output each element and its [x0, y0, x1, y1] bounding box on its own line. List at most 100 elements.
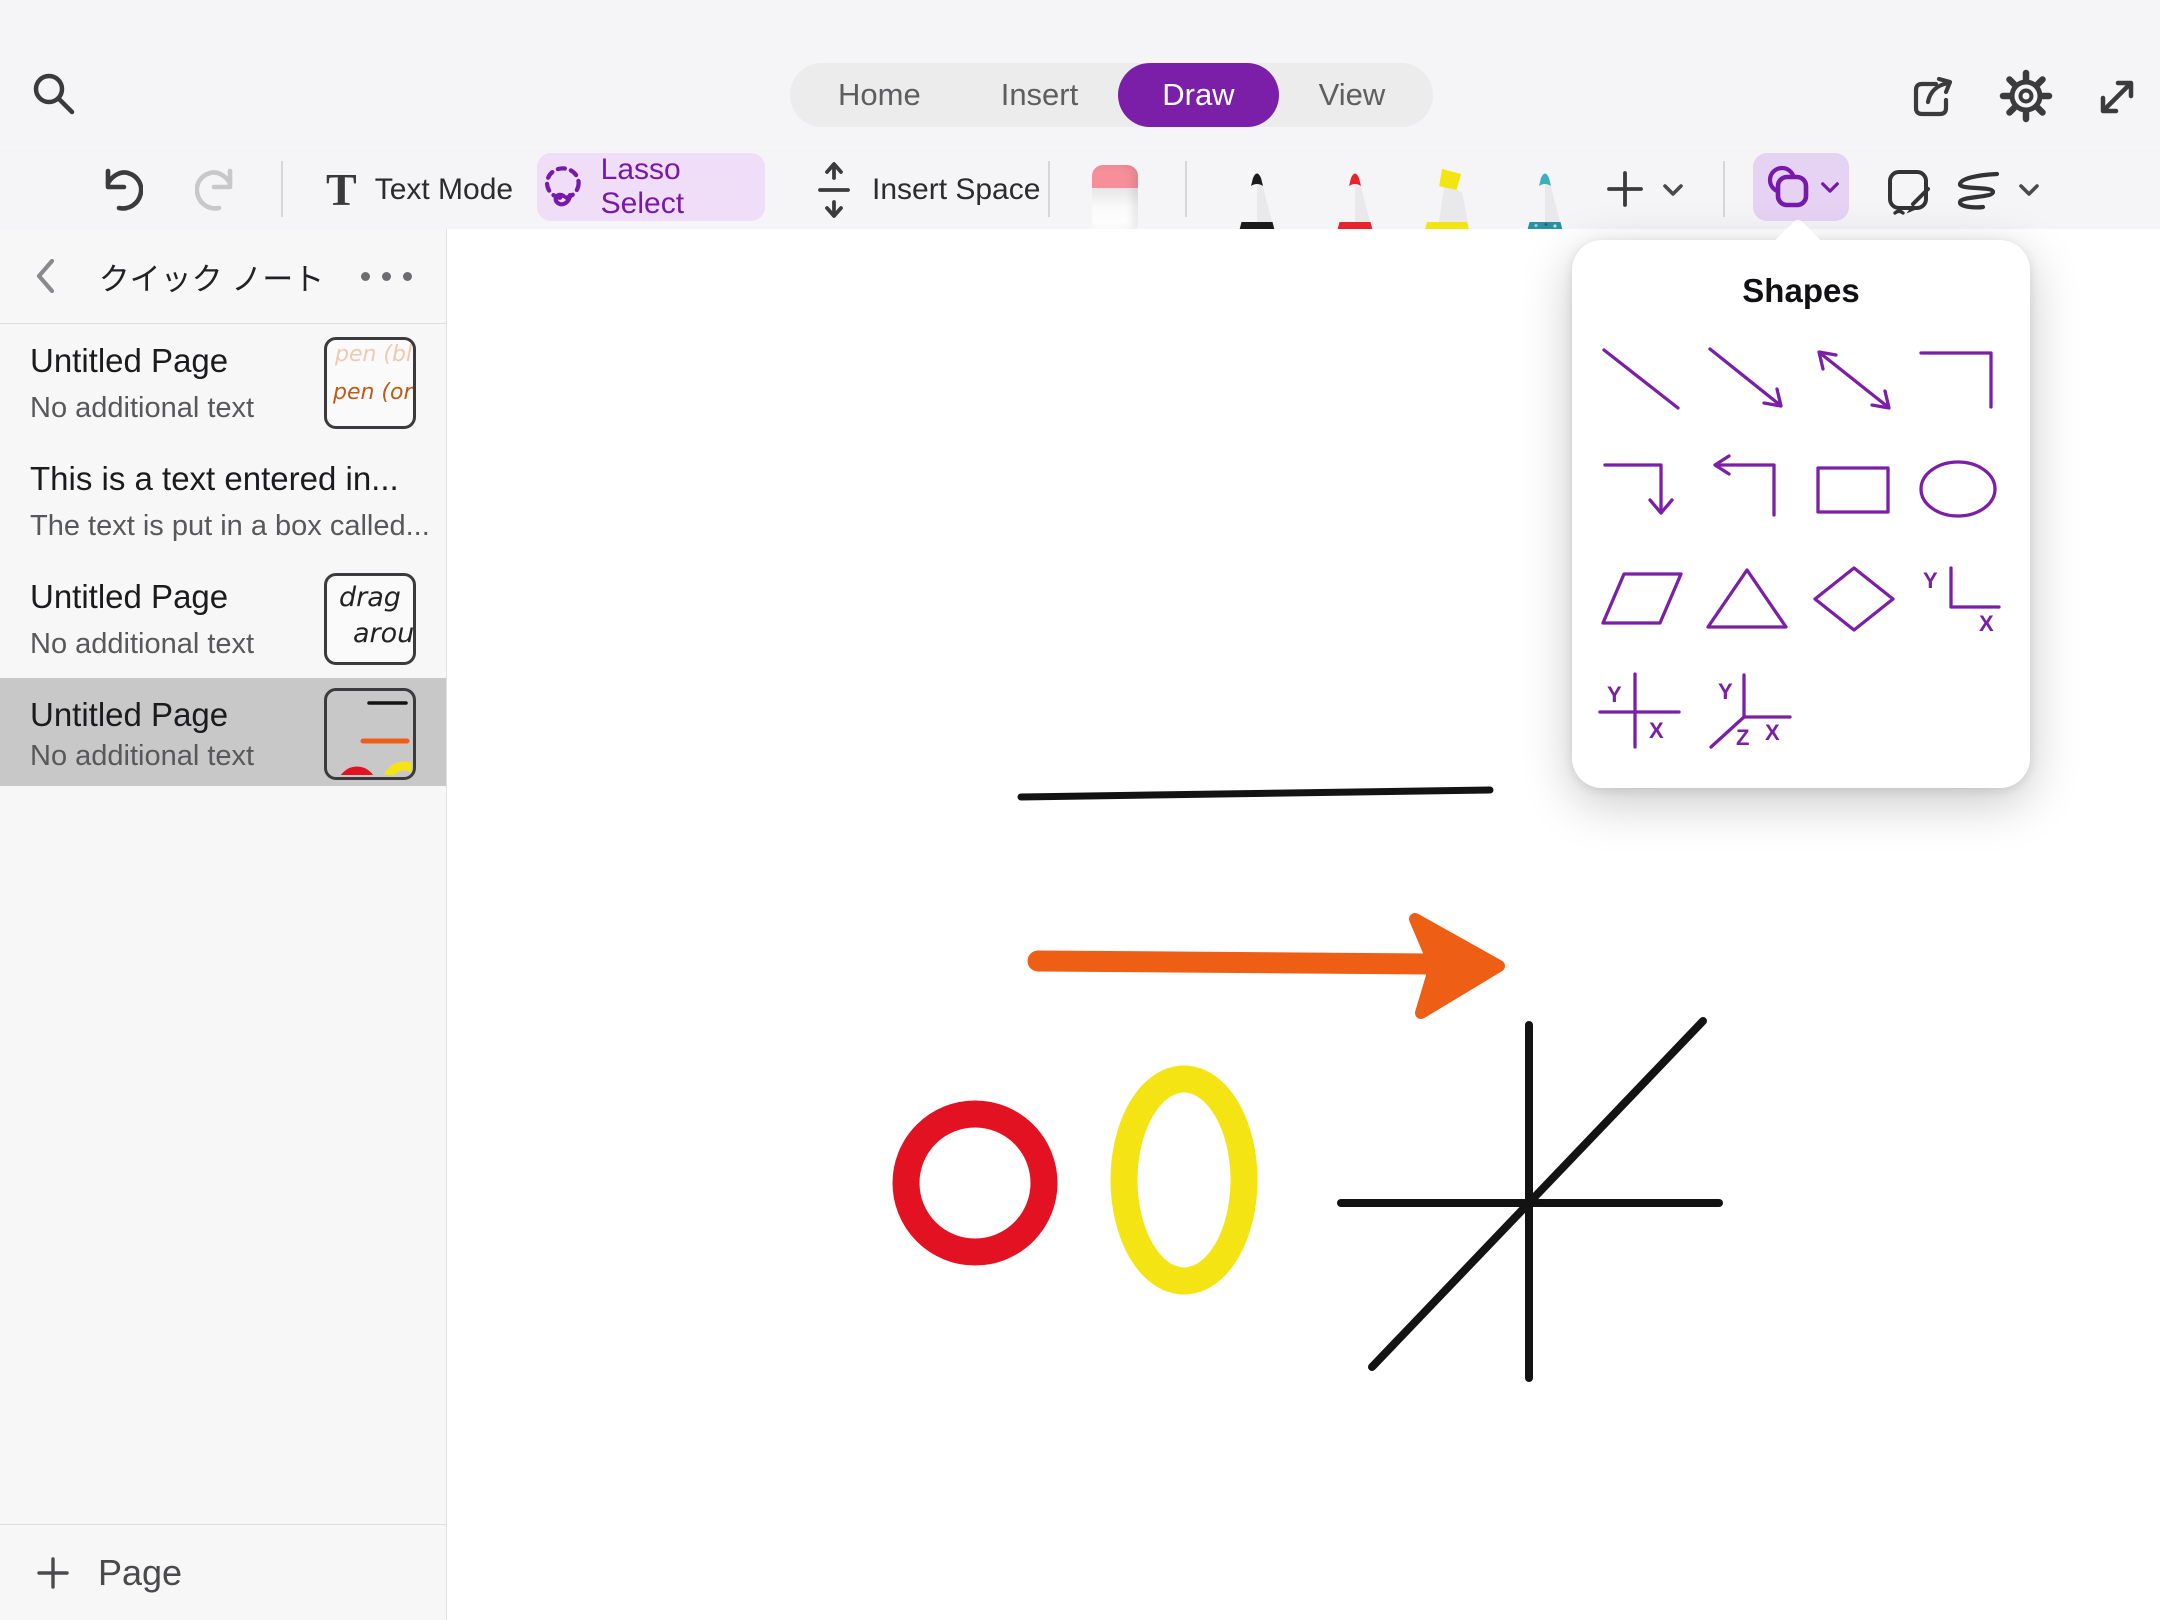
undo-icon — [97, 164, 143, 216]
insert-space-button[interactable]: Insert Space — [816, 160, 1040, 220]
search-button[interactable] — [28, 68, 78, 118]
thumbnail-drawing — [327, 691, 411, 775]
tab-insert[interactable]: Insert — [961, 63, 1119, 127]
lasso-select-label: Lasso Select — [601, 153, 765, 221]
lasso-icon — [537, 158, 589, 216]
shapes-button[interactable] — [1753, 153, 1849, 221]
page-thumbnail — [324, 688, 416, 780]
page-list-item-selected[interactable]: Untitled Page No additional text — [0, 678, 446, 786]
page-title: Untitled Page — [30, 342, 228, 380]
shape-triangle[interactable] — [1702, 561, 1794, 641]
search-icon — [29, 69, 77, 117]
ribbon-divider — [1048, 161, 1050, 217]
shape-axes-cross[interactable]: Y X — [1597, 671, 1689, 751]
page-thumbnail: drag arou — [324, 573, 416, 665]
text-mode-icon: T — [326, 167, 357, 213]
redo-icon — [195, 164, 241, 216]
share-button[interactable] — [1904, 70, 1960, 124]
shapes-grid: Y X Y X Y X Z — [1572, 326, 2030, 766]
page-title: Untitled Page — [30, 578, 228, 616]
page-subtitle: No additional text — [30, 740, 254, 773]
eraser-tool[interactable] — [1092, 165, 1138, 229]
add-page-label: Page — [98, 1552, 182, 1594]
redo-button[interactable] — [192, 162, 244, 218]
insert-space-label: Insert Space — [872, 173, 1040, 207]
ink-red-circle[interactable] — [906, 1114, 1044, 1252]
ink-orange-arrow-shaft[interactable] — [1038, 961, 1432, 964]
svg-text:Y: Y — [1718, 679, 1733, 704]
ribbon-divider — [281, 161, 283, 217]
notebook-title: クイック ノート — [62, 254, 361, 299]
plus-icon — [1605, 169, 1645, 209]
tab-view[interactable]: View — [1279, 63, 1426, 127]
shape-axes-quadrant[interactable]: Y X — [1913, 561, 2005, 641]
shape-diagonal-double-arrow[interactable] — [1808, 341, 1900, 421]
lasso-select-button[interactable]: Lasso Select — [537, 153, 765, 221]
ink-replay-button[interactable] — [1948, 164, 2008, 216]
shape-elbow-arrow-down[interactable] — [1597, 451, 1689, 531]
chevron-down-icon — [1820, 180, 1840, 195]
pen-options-chevron[interactable] — [1660, 180, 1686, 200]
thumb-handwriting: drag — [339, 582, 401, 613]
shape-parallelogram[interactable] — [1597, 561, 1689, 641]
ink-note-button[interactable] — [1880, 162, 1936, 220]
ribbon-tab-bar: Home Insert Draw View — [790, 63, 1433, 127]
thumb-handwriting: arou — [353, 618, 414, 649]
red-pen-tool[interactable] — [1326, 165, 1384, 229]
chevron-down-icon — [1662, 182, 1684, 198]
top-bar: Home Insert Draw View — [0, 0, 2160, 152]
page-list-item[interactable]: Untitled Page No additional text pen (bl… — [0, 324, 446, 442]
ribbon-divider — [1185, 161, 1187, 217]
chevron-left-icon — [33, 258, 57, 294]
shape-diagonal-line[interactable] — [1597, 341, 1689, 421]
share-icon — [1906, 72, 1958, 122]
ink-black-line[interactable] — [1021, 790, 1490, 797]
text-mode-button[interactable]: T Text Mode — [326, 160, 513, 220]
page-list: Untitled Page No additional text pen (bl… — [0, 324, 446, 786]
shapes-popup-title: Shapes — [1572, 272, 2030, 310]
shape-diamond[interactable] — [1808, 561, 1900, 641]
page-thumbnail: pen (bl pen (ora — [324, 337, 416, 429]
yellow-highlighter-tool[interactable] — [1414, 165, 1480, 229]
fullscreen-button[interactable] — [2090, 70, 2144, 124]
ink-axes-sketch[interactable] — [1341, 1021, 1719, 1378]
plus-icon — [36, 1556, 70, 1590]
svg-text:Y: Y — [1923, 568, 1938, 593]
gear-icon — [1998, 68, 2054, 124]
shape-elbow-arrow-left[interactable] — [1702, 451, 1794, 531]
add-page-button[interactable]: Page — [0, 1524, 446, 1620]
shapes-icon — [1763, 163, 1815, 211]
chevron-down-icon — [2018, 182, 2040, 198]
undo-button[interactable] — [94, 162, 146, 218]
page-subtitle: No additional text — [30, 628, 254, 661]
thumb-handwriting: pen (bl — [335, 342, 412, 367]
svg-text:X: X — [1979, 611, 1994, 636]
text-mode-label: Text Mode — [375, 173, 513, 207]
sidebar-header: クイック ノート — [0, 229, 446, 324]
shape-axes-3d[interactable]: Y X Z — [1702, 671, 1794, 751]
back-button[interactable] — [28, 255, 62, 297]
ink-yellow-ellipse[interactable] — [1124, 1079, 1244, 1281]
shape-rectangle[interactable] — [1808, 451, 1900, 531]
page-title: This is a text entered in... — [30, 460, 399, 498]
shape-diagonal-arrow[interactable] — [1702, 341, 1794, 421]
page-list-item[interactable]: Untitled Page No additional text drag ar… — [0, 560, 446, 678]
shapes-popup: Shapes — [1572, 240, 2030, 788]
black-pen-tool[interactable] — [1228, 165, 1286, 229]
expand-icon — [2092, 72, 2142, 122]
tab-home[interactable]: Home — [798, 63, 961, 127]
page-list-item[interactable]: This is a text entered in... The text is… — [0, 442, 446, 560]
scribble-icon — [1949, 166, 2007, 214]
tab-draw[interactable]: Draw — [1118, 63, 1278, 127]
svg-text:Y: Y — [1607, 682, 1622, 707]
ink-replay-chevron[interactable] — [2016, 180, 2042, 200]
shape-ellipse[interactable] — [1913, 451, 2005, 531]
shape-corner-line[interactable] — [1913, 341, 2005, 421]
svg-text:X: X — [1765, 720, 1780, 745]
galaxy-pen-tool[interactable] — [1516, 165, 1574, 229]
settings-button[interactable] — [1996, 66, 2056, 126]
thumb-handwriting: pen (ora — [333, 380, 416, 405]
page-sidebar: クイック ノート Untitled Page No additional tex… — [0, 229, 447, 1620]
notebook-options-button[interactable] — [361, 272, 412, 281]
add-pen-button[interactable] — [1602, 166, 1648, 212]
